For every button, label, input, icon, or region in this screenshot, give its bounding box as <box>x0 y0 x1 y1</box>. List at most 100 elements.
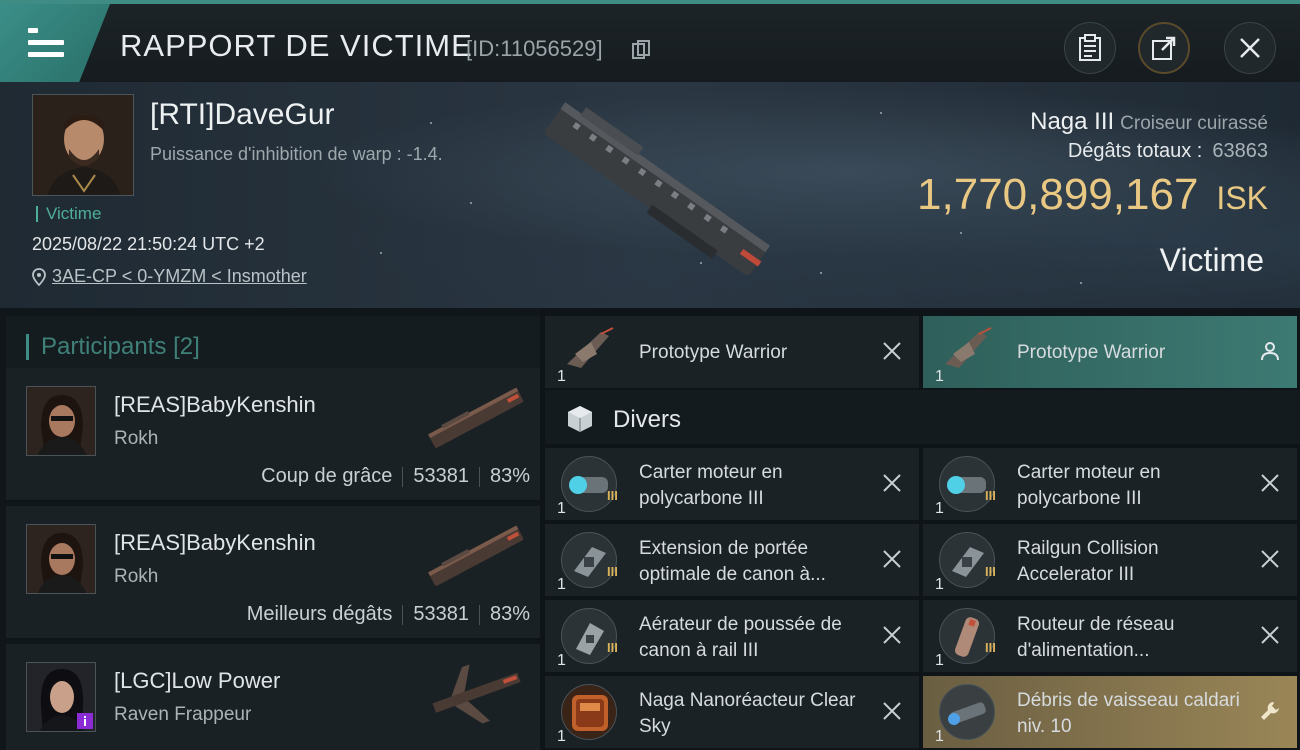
stat-percent: 83% <box>489 603 530 625</box>
participant-ship: Rokh <box>114 428 159 449</box>
participant-avatar[interactable] <box>26 524 96 594</box>
menu-button[interactable] <box>0 4 110 82</box>
item-qty: 1 <box>557 652 566 669</box>
copy-icon[interactable] <box>632 40 650 60</box>
item-qty: 1 <box>557 576 566 593</box>
item-qty: 1 <box>557 728 566 745</box>
victim-portrait[interactable] <box>32 94 134 196</box>
module-icon <box>939 532 995 588</box>
participant-ship: Rokh <box>114 566 159 587</box>
kill-location[interactable]: 3AE-CP < 0-YMZM < Insmother <box>32 266 307 287</box>
drone-icon <box>561 324 617 380</box>
clipboard-icon <box>1079 34 1101 61</box>
victim-name[interactable]: [RTI]DaveGur <box>150 98 335 132</box>
close-icon[interactable] <box>881 700 903 722</box>
ship-name-text: Naga III <box>1030 108 1115 135</box>
item-row[interactable]: 1 Naga Nanoréacteur Clear Sky <box>545 676 919 748</box>
close-icon[interactable] <box>881 340 903 362</box>
item-row[interactable]: 1 Prototype Warrior <box>923 316 1297 388</box>
stat-damage: 53381 <box>413 603 469 625</box>
participant-stats: Meilleurs dégâts 53381 83% <box>247 603 530 626</box>
participant-avatar[interactable] <box>26 662 96 732</box>
clipboard-button[interactable] <box>1064 22 1116 74</box>
drone-icon <box>939 324 995 380</box>
participant-name[interactable]: [REAS]BabyKenshin <box>114 530 316 556</box>
item-qty: 1 <box>557 500 566 517</box>
victim-ship-name[interactable]: Naga III Croiseur cuirassé <box>1030 108 1268 136</box>
close-icon[interactable] <box>1259 472 1281 494</box>
item-name: Naga Nanoréacteur Clear Sky <box>639 690 856 737</box>
items-panel: 1 Prototype Warrior 1 Prototype Warrior … <box>545 308 1300 750</box>
victim-banner: [RTI]DaveGur Puissance d'inhibition de w… <box>0 82 1300 308</box>
close-icon[interactable] <box>881 548 903 570</box>
item-row[interactable]: 1 III Routeur de réseau d'alimentation..… <box>923 600 1297 672</box>
participant-stats: Coup de grâce 53381 83% <box>261 465 530 488</box>
participant-ship-image[interactable] <box>422 516 530 596</box>
participant-avatar[interactable] <box>26 386 96 456</box>
item-row[interactable]: 1 III Carter moteur en polycarbone III <box>545 448 919 520</box>
item-name: Carter moteur en polycarbone III <box>1017 462 1161 509</box>
item-tier: III <box>607 640 618 655</box>
victim-status: Victime <box>1159 242 1264 278</box>
participants-count: [2] <box>173 333 200 360</box>
close-icon[interactable] <box>1259 624 1281 646</box>
wrench-icon[interactable] <box>1259 700 1281 722</box>
total-damage-label: Dégâts totaux : <box>1067 140 1203 162</box>
item-name: Railgun Collision Accelerator III <box>1017 538 1159 585</box>
close-icon[interactable] <box>881 472 903 494</box>
section-title: Divers <box>613 406 682 433</box>
isk-unit: ISK <box>1216 180 1268 216</box>
wreck-icon <box>939 684 995 740</box>
item-qty: 1 <box>935 576 944 593</box>
participant-name[interactable]: [REAS]BabyKenshin <box>114 392 316 418</box>
participants-label: Participants [2] <box>26 334 200 360</box>
cube-icon <box>568 406 592 432</box>
participant-ship-image[interactable] <box>422 654 530 734</box>
share-icon <box>1152 36 1176 60</box>
item-row[interactable]: 1 Débris de vaisseau caldari niv. 10 <box>923 676 1297 748</box>
item-name: Carter moteur en polycarbone III <box>639 462 783 509</box>
share-button[interactable] <box>1138 22 1190 74</box>
item-name: Débris de vaisseau caldari niv. 10 <box>1017 690 1240 737</box>
total-damage: Dégâts totaux : 63863 <box>1068 140 1268 163</box>
nanoreactor-icon <box>561 684 617 740</box>
item-row[interactable]: 1 III Extension de portée optimale de ca… <box>545 524 919 596</box>
item-row[interactable]: 1 III Aérateur de poussée de canon à rai… <box>545 600 919 672</box>
location-link[interactable]: 3AE-CP < 0-YMZM < Insmother <box>52 266 307 287</box>
victim-ship-image[interactable] <box>520 92 790 292</box>
total-damage-value: 63863 <box>1212 140 1268 162</box>
item-row[interactable]: 1 III Railgun Collision Accelerator III <box>923 524 1297 596</box>
stat-label: Meilleurs dégâts <box>246 603 393 625</box>
report-id: [ID:11056529] <box>466 36 603 61</box>
item-tier: III <box>607 488 618 503</box>
close-icon[interactable] <box>881 624 903 646</box>
item-row[interactable]: 1 Prototype Warrior <box>545 316 919 388</box>
item-tier: III <box>607 564 618 579</box>
participant-ship: Raven Frappeur <box>114 704 252 725</box>
item-name: Aérateur de poussée de canon à rail III <box>639 614 842 661</box>
module-icon <box>939 608 995 664</box>
stat-damage: 53381 <box>413 465 469 487</box>
participant-name[interactable]: [LGC]Low Power <box>114 668 280 694</box>
item-tier: III <box>985 640 996 655</box>
close-icon[interactable] <box>1259 548 1281 570</box>
item-tier: III <box>985 488 996 503</box>
item-qty: 1 <box>935 728 944 745</box>
participant-row[interactable]: [LGC]Low Power Raven Frappeur <box>6 644 540 750</box>
participant-row[interactable]: [REAS]BabyKenshin Rokh Coup de grâce 533… <box>6 368 540 502</box>
participant-row[interactable]: [REAS]BabyKenshin Rokh Meilleurs dégâts … <box>6 506 540 640</box>
close-button[interactable] <box>1224 22 1276 74</box>
module-icon <box>939 456 995 512</box>
item-tier: III <box>985 564 996 579</box>
item-name: Extension de portée optimale de canon à.… <box>639 538 826 585</box>
person-icon[interactable] <box>1259 340 1281 362</box>
item-qty: 1 <box>557 368 566 385</box>
location-pin-icon <box>32 267 46 286</box>
page-title: RAPPORT DE VICTIME <box>120 28 473 63</box>
participant-ship-image[interactable] <box>422 378 530 458</box>
module-icon <box>561 608 617 664</box>
item-row[interactable]: 1 III Carter moteur en polycarbone III <box>923 448 1297 520</box>
stat-percent: 83% <box>489 465 530 487</box>
close-icon <box>1240 38 1260 58</box>
kill-datetime: 2025/08/22 21:50:24 UTC +2 <box>32 234 265 254</box>
